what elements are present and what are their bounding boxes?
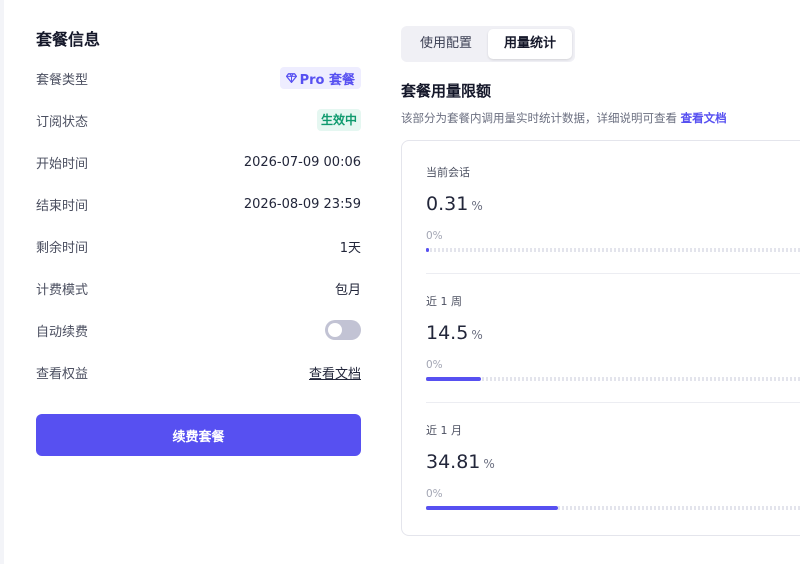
- info-row-end-time: 结束时间 2026-08-09 23:59: [36, 183, 361, 225]
- usage-doc-link[interactable]: 查看文档: [681, 111, 727, 125]
- usage-progress-track: [426, 506, 800, 510]
- usage-section-title: 套餐用量限额: [401, 82, 492, 100]
- plan-info-list: 套餐类型 Pro 套餐 订阅状态 生效中 开始时间 2026-07-09 00:…: [36, 57, 361, 393]
- info-row-start-time: 开始时间 2026-07-09 00:06: [36, 141, 361, 183]
- end-time-value: 2026-08-09 23:59: [243, 196, 361, 212]
- usage-item-month: 近 1 月 34.81% 0%: [426, 423, 800, 510]
- usage-min-label: 0%: [426, 230, 443, 242]
- usage-description-text: 该部分为套餐内调用量实时统计数据，详细说明可查看: [401, 111, 677, 125]
- usage-min-label: 0%: [426, 488, 443, 500]
- end-time-label: 结束时间: [36, 198, 89, 214]
- start-time-value: 2026-07-09 00:06: [243, 154, 361, 170]
- plan-info-title: 套餐信息: [36, 30, 101, 49]
- diamond-icon: [285, 73, 297, 83]
- info-row-status: 订阅状态 生效中: [36, 99, 361, 141]
- plan-info-panel: 套餐信息 套餐类型 Pro 套餐 订阅状态 生效中 开始时间 2026-07-0…: [36, 28, 361, 456]
- billing-mode-value: 包月: [334, 282, 361, 298]
- status-badge: 生效中: [316, 109, 361, 131]
- usage-value-number: 34.81: [426, 451, 481, 473]
- info-row-billing-mode: 计费模式 包月: [36, 267, 361, 309]
- usage-item-session: 当前会话 0.31% 0%: [426, 165, 800, 252]
- usage-min-label: 0%: [426, 359, 443, 371]
- usage-progress-fill: [426, 506, 559, 510]
- remaining-label: 剩余时间: [36, 240, 89, 256]
- usage-card: 当前会话 0.31% 0% 近 1 周 14.5% 0% 近 1 月 34.81…: [401, 140, 800, 536]
- usage-progress-fill: [426, 248, 429, 252]
- start-time-label: 开始时间: [36, 156, 89, 172]
- usage-value-number: 14.5: [426, 322, 469, 344]
- info-row-auto-renew: 自动续费: [36, 309, 361, 351]
- remaining-value: 1天: [339, 240, 361, 256]
- left-edge-strip: [0, 0, 4, 564]
- benefits-label: 查看权益: [36, 366, 89, 382]
- usage-item-value: 14.5%: [426, 320, 800, 346]
- billing-mode-label: 计费模式: [36, 282, 89, 298]
- usage-item-label: 近 1 月: [426, 424, 462, 437]
- tab-usage-config[interactable]: 使用配置: [404, 29, 488, 59]
- tab-usage-stats[interactable]: 用量统计: [488, 29, 573, 59]
- plan-type-label: 套餐类型: [36, 72, 89, 88]
- plan-type-badge: Pro 套餐: [279, 67, 361, 89]
- usage-value-unit: %: [471, 199, 483, 213]
- toggle-knob: [328, 323, 342, 337]
- usage-item-week: 近 1 周 14.5% 0%: [426, 294, 800, 381]
- usage-item-label: 近 1 周: [426, 295, 462, 308]
- usage-item-value: 34.81%: [426, 449, 800, 475]
- usage-item-label: 当前会话: [426, 166, 470, 179]
- usage-value-unit: %: [483, 457, 495, 471]
- usage-progress-track: [426, 377, 800, 381]
- status-label: 订阅状态: [36, 114, 89, 130]
- usage-divider: [426, 402, 800, 403]
- benefits-doc-link[interactable]: 查看文档: [309, 363, 361, 382]
- plan-type-value: Pro 套餐: [299, 72, 355, 88]
- info-row-plan-type: 套餐类型 Pro 套餐: [36, 57, 361, 99]
- info-row-benefits: 查看权益 查看文档: [36, 351, 361, 393]
- auto-renew-label: 自动续费: [36, 324, 89, 340]
- usage-progress-track: [426, 248, 800, 252]
- usage-description: 该部分为套餐内调用量实时统计数据，详细说明可查看 查看文档: [401, 110, 727, 126]
- tab-bar: 使用配置 用量统计: [401, 26, 576, 62]
- usage-divider: [426, 273, 800, 274]
- usage-progress-fill: [426, 377, 482, 381]
- usage-value-number: 0.31: [426, 193, 469, 215]
- auto-renew-toggle[interactable]: [325, 320, 361, 340]
- usage-value-unit: %: [471, 328, 483, 342]
- renew-plan-button[interactable]: 续费套餐: [36, 414, 361, 456]
- info-row-remaining: 剩余时间 1天: [36, 225, 361, 267]
- usage-item-value: 0.31%: [426, 191, 800, 217]
